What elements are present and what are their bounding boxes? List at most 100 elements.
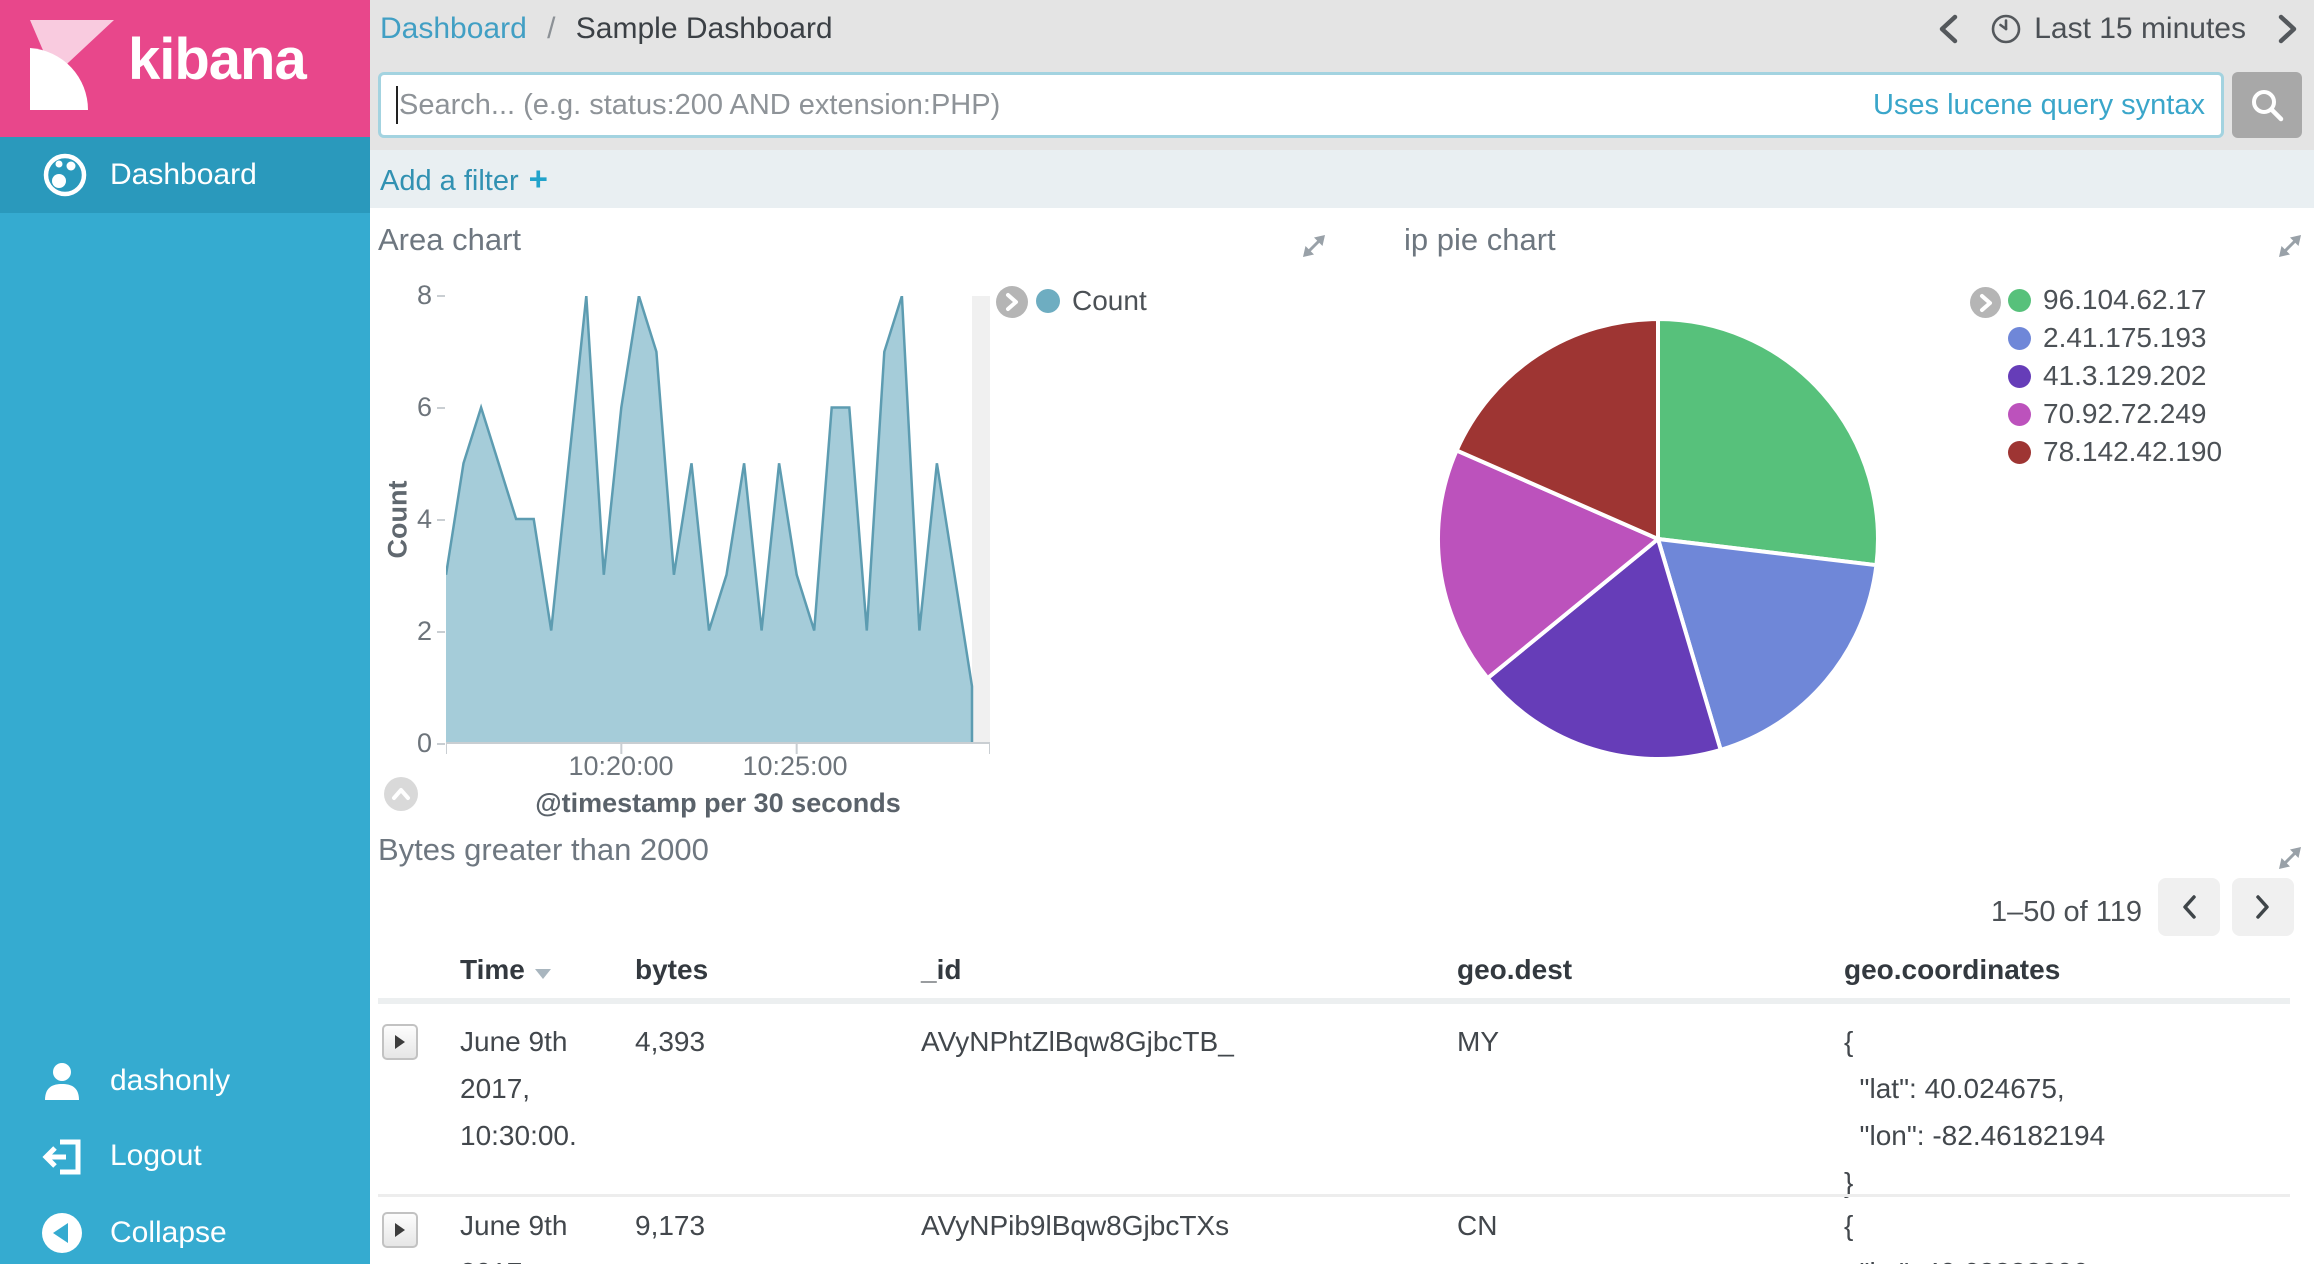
cell-geo-coordinates: "lon": -82.46182194 [1844,1120,2105,1152]
expand-row-button[interactable] [382,1212,418,1248]
legend-toggle-icon[interactable] [996,286,1028,318]
cell-time: June 9th [460,1026,567,1058]
dashboard-icon [42,152,88,198]
dashboard-content: Area chart Count 8 6 4 2 0 10:20:00 10:2… [370,208,2314,1264]
time-back-icon[interactable] [1936,12,1960,46]
pagination-prev-button[interactable] [2158,878,2220,936]
expand-panel-icon[interactable] [2276,232,2304,260]
legend-toggle-icon[interactable] [1970,287,2001,318]
lucene-syntax-link[interactable]: Uses lucene query syntax [1873,75,2205,135]
clock-icon [1990,13,2022,45]
time-range-label[interactable]: Last 15 minutes [2034,12,2246,46]
legend-item[interactable]: 96.104.62.17 [2008,281,2222,319]
legend-item[interactable]: 70.92.72.249 [2008,395,2222,433]
caret-right-icon [395,1223,405,1237]
username-label: dashonly [110,1053,230,1109]
y-tick-mark [437,519,445,521]
table-header-divider [378,998,2290,1004]
sidebar-item-dashboard[interactable]: Dashboard [0,137,370,213]
area-chart-panel-title: Area chart [378,222,521,258]
search-button[interactable] [2232,72,2302,138]
sidebar: kibana Dashboard dashonly Lo [0,0,370,1264]
cell-time: 2017, [460,1257,530,1264]
legend-color-dot [2008,289,2031,312]
collapse-label: Collapse [110,1205,227,1261]
y-tick-label: 8 [370,280,432,311]
column-header-bytes[interactable]: bytes [635,954,708,986]
chevron-left-icon [2179,893,2199,921]
x-tick-label: 10:20:00 [536,751,706,782]
y-tick-mark [437,631,445,633]
top-bar: Dashboard / Sample Dashboard Last 15 min… [370,0,2314,150]
column-header-time[interactable]: Time [460,954,551,986]
pie-chart-legend: 96.104.62.172.41.175.19341.3.129.202 70.9… [2008,281,2222,471]
y-tick-mark [437,743,445,745]
kibana-dashboard-app: kibana Dashboard dashonly Lo [0,0,2314,1264]
text-caret [396,86,398,124]
cell-geo-coordinates: { [1844,1026,1853,1058]
legend-label: 78.142.42.190 [2043,436,2222,468]
legend-color-dot [2008,327,2031,350]
cell-time: 2017, [460,1073,530,1105]
pagination-range-label: 1–50 of 119 [1991,896,2142,929]
legend-label: 96.104.62.17 [2043,284,2207,316]
cell-geo-coordinates: { [1844,1210,1853,1242]
user-icon [40,1059,84,1103]
pagination-next-button[interactable] [2232,878,2294,936]
search-input[interactable] [381,75,1881,135]
collapse-chart-icon[interactable] [384,777,418,811]
cell-time: 10:30:00. [460,1120,577,1152]
y-tick-mark [437,407,445,409]
area-chart-legend: Count [1036,282,1147,320]
cell-bytes: 4,393 [635,1026,705,1058]
column-header-id[interactable]: _id [921,954,961,986]
legend-color-dot [1036,289,1060,313]
legend-label: 70.92.72.249 [2043,398,2207,430]
legend-label: Count [1072,285,1147,317]
legend-color-dot [2008,441,2031,464]
cell-geo-coordinates: "lat": 40.024675, [1844,1073,2065,1105]
cell-geo-coordinates: "lat": 40.63333306, [1844,1257,2096,1264]
y-tick-label: 6 [370,392,432,423]
sidebar-item-label: Dashboard [110,137,257,213]
expand-row-button[interactable] [382,1024,418,1060]
plus-icon: + [529,160,548,197]
expand-panel-icon[interactable] [2276,844,2304,872]
x-tick-label: 10:25:00 [710,751,880,782]
y-tick-label: 0 [370,728,432,759]
add-filter-link[interactable]: Add a filter+ [380,150,548,210]
legend-item[interactable]: 41.3.129.202 [2008,357,2222,395]
pie-slice[interactable] [1658,319,1878,565]
kibana-wordmark: kibana [128,26,306,93]
time-picker: Last 15 minutes [1936,6,2300,52]
column-header-geo-coordinates[interactable]: geo.coordinates [1844,954,2060,986]
breadcrumb: Dashboard / Sample Dashboard [380,8,833,50]
kibana-logo-icon [16,12,128,124]
kibana-logo[interactable]: kibana [0,0,370,137]
legend-item[interactable]: 78.142.42.190 [2008,433,2222,471]
cell-id: AVyNPib9lBqw8GjbcTXs [921,1210,1229,1242]
logout-icon [40,1134,84,1178]
search-box: Uses lucene query syntax [378,72,2224,138]
x-axis-title: @timestamp per 30 seconds [468,788,968,819]
sidebar-item-collapse[interactable]: Collapse [0,1205,370,1261]
sidebar-item-logout[interactable]: Logout [0,1128,370,1184]
legend-item[interactable]: Count [1036,282,1147,320]
cell-geo-dest: MY [1457,1026,1499,1058]
sort-desc-icon [535,969,551,979]
cell-time: June 9th [460,1210,567,1242]
legend-label: 41.3.129.202 [2043,360,2207,392]
breadcrumb-dashboard-link[interactable]: Dashboard [380,12,527,45]
legend-item[interactable]: 2.41.175.193 [2008,319,2222,357]
sidebar-item-user[interactable]: dashonly [0,1053,370,1109]
legend-color-dot [2008,403,2031,426]
area-chart[interactable] [446,296,990,758]
pie-chart[interactable] [1433,314,1883,764]
row-divider [378,1194,2290,1197]
cell-id: AVyNPhtZlBqw8GjbcTB_ [921,1026,1234,1058]
expand-panel-icon[interactable] [1300,232,1328,260]
caret-right-icon [395,1035,405,1049]
time-forward-icon[interactable] [2276,12,2300,46]
column-header-geo-dest[interactable]: geo.dest [1457,954,1572,986]
collapse-icon [40,1211,84,1255]
